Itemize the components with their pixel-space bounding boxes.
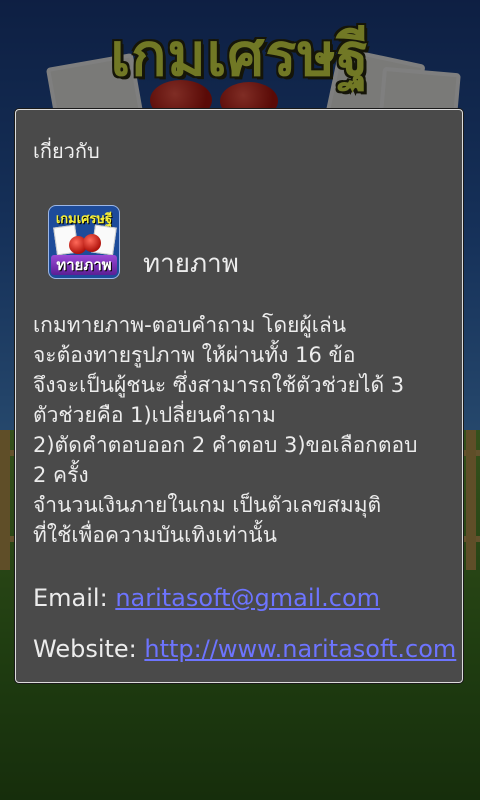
description-line: จะต้องทายรูปภาพ ให้ผ่านทั้ง 16 ข้อ	[33, 343, 356, 367]
dialog-title: เกี่ยวกับ	[33, 139, 100, 163]
about-dialog: เกี่ยวกับ เกมเศรษฐี ทายภาพ ทายภาพ เกมทาย…	[15, 109, 463, 683]
description-line: 2 ครั้ง	[33, 463, 89, 487]
description-line: ตัวช่วยคือ 1)เปลี่ยนคำถาม	[33, 403, 276, 427]
description-line: 2)ตัดคำตอบออก 2 คำตอบ 3)ขอเลือกตอบ	[33, 433, 418, 457]
email-link[interactable]: naritasoft@gmail.com	[115, 584, 380, 612]
email-label: Email:	[33, 584, 116, 612]
website-label: Website:	[33, 635, 145, 663]
website-row: Website: http://www.naritasoft.com	[33, 635, 456, 663]
strawberry-icon	[83, 234, 101, 252]
description-line: จำนวนเงินภายในเกม เป็นตัวเลขสมมุติ	[33, 493, 382, 517]
email-row: Email: naritasoft@gmail.com	[33, 584, 380, 612]
app-icon: เกมเศรษฐี ทายภาพ	[48, 205, 120, 279]
app-icon-label: ทายภาพ	[51, 255, 117, 275]
app-name: ทายภาพ	[143, 249, 239, 279]
website-link[interactable]: http://www.naritasoft.com	[144, 635, 456, 663]
app-description: เกมทายภาพ-ตอบคำถาม โดยผู้เล่น จะต้องทายร…	[33, 310, 453, 550]
description-line: จึงจะเป็นผู้ชนะ ซึ่งสามารถใช้ตัวช่วยได้ …	[33, 373, 405, 397]
description-line: ที่ใช้เพื่อความบันเทิงเท่านั้น	[33, 523, 277, 547]
description-line: เกมทายภาพ-ตอบคำถาม โดยผู้เล่น	[33, 313, 347, 337]
